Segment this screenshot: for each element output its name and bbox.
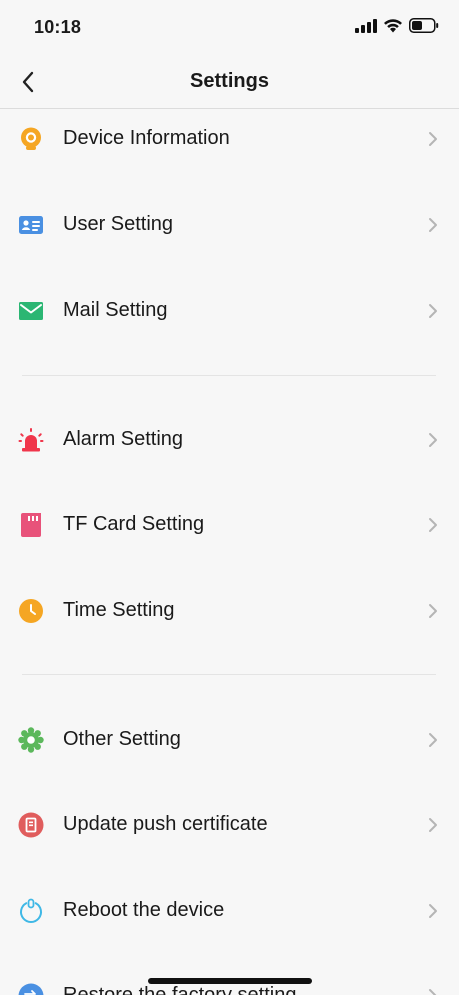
chevron-right-icon [429,904,437,918]
settings-screen: 10:18 Settings Device Information User S… [0,0,459,995]
nav-bar: Settings [0,56,459,109]
settings-item-update-push-certificate[interactable]: Update push certificate [0,795,459,855]
section-divider [22,375,436,376]
chevron-right-icon [429,989,437,995]
chevron-right-icon [429,132,437,146]
chevron-right-icon [429,433,437,447]
alarm-icon [18,427,44,453]
home-indicator[interactable] [148,978,312,984]
status-bar: 10:18 [0,0,459,56]
power-icon [18,898,44,924]
battery-icon [409,18,439,33]
settings-item-label: Other Setting [63,728,181,750]
gear-icon [18,727,44,753]
chevron-right-icon [429,604,437,618]
settings-item-tf-card-setting[interactable]: TF Card Setting [0,495,459,555]
settings-item-alarm-setting[interactable]: Alarm Setting [0,410,459,470]
cellular-signal-icon [355,18,377,33]
status-time: 10:18 [34,17,82,37]
settings-item-reboot-the-device[interactable]: Reboot the device [0,881,459,941]
settings-item-label: Alarm Setting [63,428,184,450]
settings-item-label: TF Card Setting [63,513,205,535]
user-card-icon [18,212,44,238]
certificate-icon [18,812,44,838]
chevron-right-icon [429,304,437,318]
chevron-right-icon [429,218,437,232]
status-icons [355,18,439,33]
settings-item-label: Reboot the device [63,899,225,921]
settings-item-mail-setting[interactable]: Mail Setting [0,281,459,341]
sd-card-icon [18,512,44,538]
settings-item-label: User Setting [63,213,174,235]
clock-icon [18,598,44,624]
chevron-right-icon [429,733,437,747]
wifi-icon [384,19,402,33]
camera-icon [18,126,44,152]
settings-item-label: Mail Setting [63,299,168,321]
section-divider [22,674,436,675]
settings-item-label: Device Information [63,127,230,149]
settings-item-label: Time Setting [63,599,175,621]
settings-item-time-setting[interactable]: Time Setting [0,581,459,641]
settings-item-user-setting[interactable]: User Setting [0,195,459,255]
settings-item-other-setting[interactable]: Other Setting [0,710,459,770]
settings-item-label: Restore the factory setting [63,984,297,995]
settings-item-label: Update push certificate [63,813,268,835]
mail-icon [18,298,44,324]
page-title: Settings [190,70,269,92]
settings-item-device-information[interactable]: Device Information [0,109,459,169]
chevron-right-icon [429,818,437,832]
restore-icon [18,983,44,995]
chevron-right-icon [429,518,437,532]
